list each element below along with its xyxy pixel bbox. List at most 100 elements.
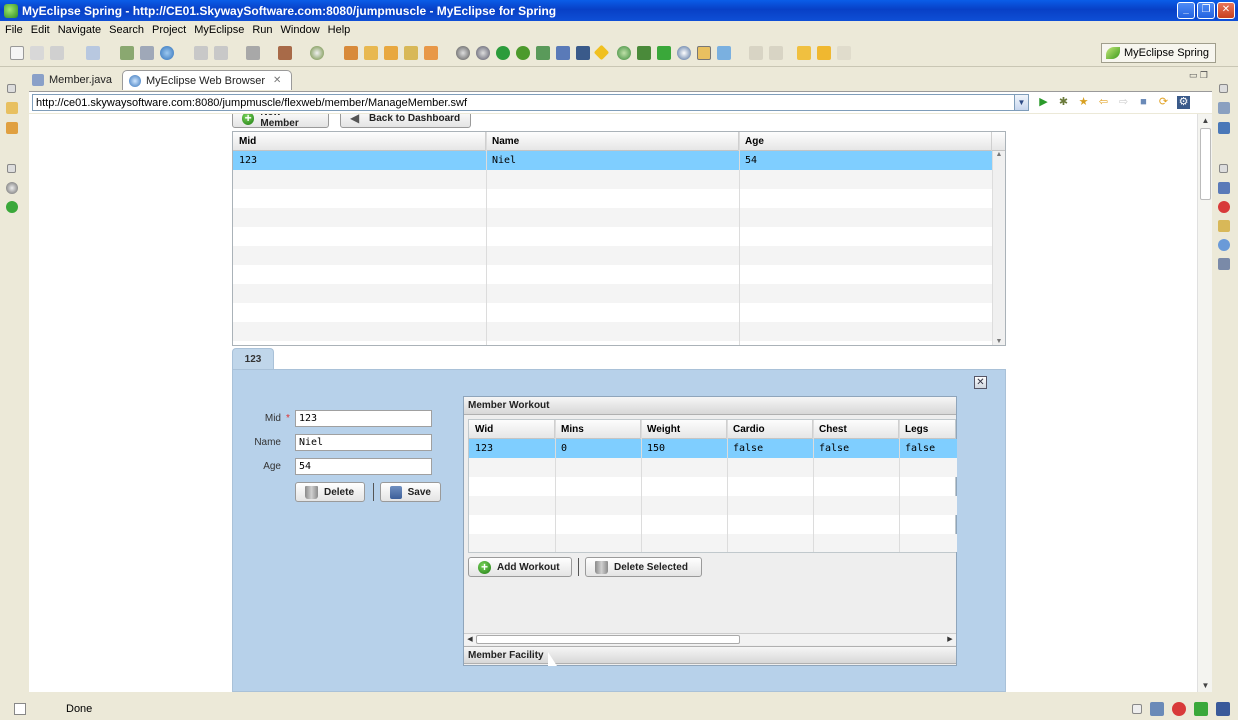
link-icon[interactable]	[717, 45, 731, 60]
gears-icon[interactable]	[476, 45, 490, 60]
bean-icon[interactable]	[278, 45, 292, 60]
menu-window[interactable]: Window	[279, 24, 326, 36]
scroll-down-icon[interactable]: ▼	[1199, 679, 1212, 692]
check-icon[interactable]	[657, 45, 671, 60]
browser-vertical-scrollbar[interactable]: ▲ ▼	[1197, 114, 1212, 692]
menu-myeclipse[interactable]: MyEclipse	[192, 24, 250, 36]
column-header-chest[interactable]: Chest	[813, 420, 899, 439]
search-icon[interactable]	[310, 45, 324, 60]
diamond-icon[interactable]	[593, 44, 610, 61]
column-header-name[interactable]: Name	[486, 132, 739, 151]
tasks-icon[interactable]	[1218, 220, 1230, 232]
scroll-right-icon[interactable]: ▶	[944, 634, 956, 645]
member-grid[interactable]: Mid Name Age 123 Niel 54 ▲ ▼	[232, 131, 1006, 346]
column-header-legs[interactable]: Legs	[899, 420, 957, 439]
menu-search[interactable]: Search	[107, 24, 150, 36]
detail-tab[interactable]: 123	[232, 348, 274, 370]
open-folder-icon[interactable]	[384, 45, 398, 60]
perspective-switcher[interactable]: MyEclipse Spring	[1101, 43, 1216, 63]
properties-icon[interactable]	[1218, 258, 1230, 270]
search-view-icon[interactable]	[1218, 239, 1230, 251]
maximize-button[interactable]: ❐	[1197, 2, 1215, 19]
last-edit-icon[interactable]	[797, 45, 811, 60]
column-header-weight[interactable]: Weight	[641, 420, 727, 439]
restore-icon[interactable]	[1132, 704, 1142, 714]
column-header-cardio[interactable]: Cardio	[727, 420, 813, 439]
debug-icon[interactable]: ✱	[1057, 96, 1070, 109]
editor-min-max-icons[interactable]: ▭ ❐	[1189, 70, 1208, 81]
server-stop-icon[interactable]	[214, 45, 228, 60]
column-header-wid[interactable]: Wid	[469, 420, 555, 439]
new-web-project-icon[interactable]	[120, 45, 134, 60]
save-member-button[interactable]: Save	[380, 482, 441, 502]
scrollbar-thumb[interactable]	[476, 635, 740, 644]
minimize-button[interactable]: _	[1177, 2, 1195, 19]
menu-run[interactable]: Run	[250, 24, 278, 36]
database-icon[interactable]	[576, 45, 590, 60]
column-header-mins[interactable]: Mins	[555, 420, 641, 439]
menu-navigate[interactable]: Navigate	[56, 24, 107, 36]
hierarchy-icon[interactable]	[6, 122, 18, 134]
new-icon[interactable]	[10, 45, 24, 60]
spring-icon[interactable]	[6, 201, 18, 213]
menu-project[interactable]: Project	[150, 24, 192, 36]
tab-member-java[interactable]: Member.java	[26, 70, 122, 90]
menu-file[interactable]: File	[3, 24, 29, 36]
scroll-up-icon[interactable]: ▲	[993, 151, 1005, 158]
gear-icon[interactable]	[6, 182, 18, 194]
favorites-icon[interactable]: ★	[1077, 96, 1090, 109]
workout-grid[interactable]: Wid Mins Weight Cardio Chest Legs 123 0 …	[468, 419, 957, 553]
go-icon[interactable]: ▶	[1037, 96, 1050, 109]
delete-selected-button[interactable]: Delete Selected	[585, 557, 702, 577]
package-icon[interactable]	[424, 45, 438, 60]
tree-icon[interactable]	[536, 45, 550, 60]
tab-web-browser[interactable]: MyEclipse Web Browser ✕	[121, 70, 293, 90]
save-icon[interactable]	[30, 45, 44, 60]
window-icon[interactable]	[697, 45, 711, 60]
back-to-dashboard-button[interactable]: ◀ Back to Dashboard	[340, 114, 471, 128]
spring-icon[interactable]	[1194, 702, 1208, 716]
sync-icon[interactable]	[516, 45, 530, 60]
table-row[interactable]: 123 0 150 false false false	[469, 439, 957, 458]
restore-icon[interactable]	[1219, 164, 1228, 173]
close-tab-icon[interactable]: ✕	[273, 75, 281, 86]
refresh-icon[interactable]: ⟳	[1157, 96, 1170, 109]
monitor-icon[interactable]	[1216, 702, 1230, 716]
outline-icon[interactable]	[1218, 102, 1230, 114]
back-icon[interactable]	[817, 45, 831, 60]
monitor-icon[interactable]	[246, 45, 260, 60]
restore-icon[interactable]	[7, 164, 16, 173]
component-icon[interactable]	[637, 45, 651, 60]
fast-view-icon[interactable]	[14, 702, 26, 715]
refresh-green-icon[interactable]	[496, 45, 510, 60]
open-type-icon[interactable]	[86, 45, 100, 60]
scroll-down-icon[interactable]: ▼	[993, 338, 1005, 345]
error-icon[interactable]	[1172, 702, 1186, 716]
column-header-age[interactable]: Age	[739, 132, 992, 151]
column-header-mid[interactable]: Mid	[233, 132, 486, 151]
wand-icon[interactable]	[404, 45, 418, 60]
url-input[interactable]	[32, 94, 1015, 111]
console-icon[interactable]	[1218, 122, 1230, 134]
run-config-icon[interactable]	[344, 45, 358, 60]
scrollbar-thumb[interactable]	[1200, 128, 1211, 200]
server-icon[interactable]	[194, 45, 208, 60]
member-facility-header[interactable]: Member Facility	[464, 646, 956, 664]
deploy-icon[interactable]	[140, 45, 154, 60]
back-arrow-icon[interactable]: ⇦	[1097, 96, 1110, 109]
url-dropdown-button[interactable]: ▼	[1015, 94, 1029, 111]
gear-icon[interactable]	[456, 45, 470, 60]
delete-member-button[interactable]: Delete	[295, 482, 365, 502]
prev-annotation-icon[interactable]	[769, 45, 783, 60]
scroll-up-icon[interactable]: ▲	[1199, 114, 1212, 127]
table-row[interactable]: 123 Niel 54	[233, 151, 992, 170]
globe-icon[interactable]	[160, 45, 174, 60]
close-button[interactable]: ✕	[1217, 2, 1235, 19]
forward-icon[interactable]	[837, 45, 851, 60]
table-icon[interactable]	[556, 45, 570, 60]
menu-help[interactable]: Help	[326, 24, 357, 36]
servers-icon[interactable]	[1218, 182, 1230, 194]
network-icon[interactable]	[1150, 702, 1164, 716]
forward-arrow-icon[interactable]: ⇨	[1117, 96, 1130, 109]
browser-settings-icon[interactable]: ⚙	[1177, 96, 1190, 109]
